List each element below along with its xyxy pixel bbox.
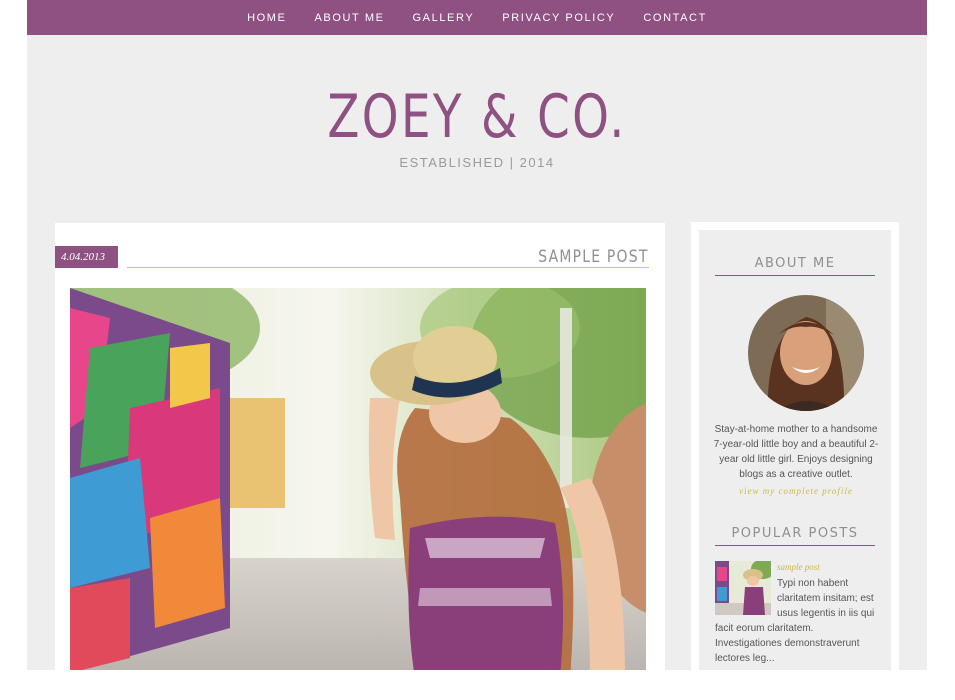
profile-avatar — [748, 295, 864, 411]
post-title-divider — [127, 267, 649, 268]
popular-post-excerpt: Typi non habent claritatem insitam; est … — [715, 578, 875, 664]
page: HOME ABOUT ME GALLERY PRIVACY POLICY CON… — [27, 0, 927, 670]
nav-item-about-me[interactable]: ABOUT ME — [314, 12, 384, 24]
popular-post-title[interactable]: sample post — [777, 562, 820, 572]
post-title[interactable]: SAMPLE POST — [539, 247, 649, 267]
site-title[interactable]: ZOEY & CO. — [126, 82, 828, 152]
top-nav: HOME ABOUT ME GALLERY PRIVACY POLICY CON… — [27, 0, 927, 35]
nav-item-gallery[interactable]: GALLERY — [413, 12, 475, 24]
sidebar: ABOUT ME Stay-at-home mother to a handso… — [691, 222, 899, 670]
view-profile-link[interactable]: view my complete profile — [713, 486, 879, 496]
sidebar-panel: ABOUT ME Stay-at-home mother to a handso… — [699, 230, 891, 670]
about-me-text: Stay-at-home mother to a handsome 7-year… — [713, 424, 879, 480]
post-date-badge: 4.04.2013 — [55, 246, 118, 268]
about-me-heading: ABOUT ME — [715, 256, 875, 276]
nav-item-contact[interactable]: CONTACT — [643, 12, 707, 24]
post-featured-image[interactable] — [70, 288, 646, 670]
site-tagline: ESTABLISHED | 2014 — [399, 155, 555, 170]
post-area: 4.04.2013 SAMPLE POST — [55, 223, 665, 670]
nav-item-privacy-policy[interactable]: PRIVACY POLICY — [502, 12, 615, 24]
popular-posts-heading: POPULAR POSTS — [715, 526, 875, 546]
nav-item-home[interactable]: HOME — [247, 12, 286, 24]
